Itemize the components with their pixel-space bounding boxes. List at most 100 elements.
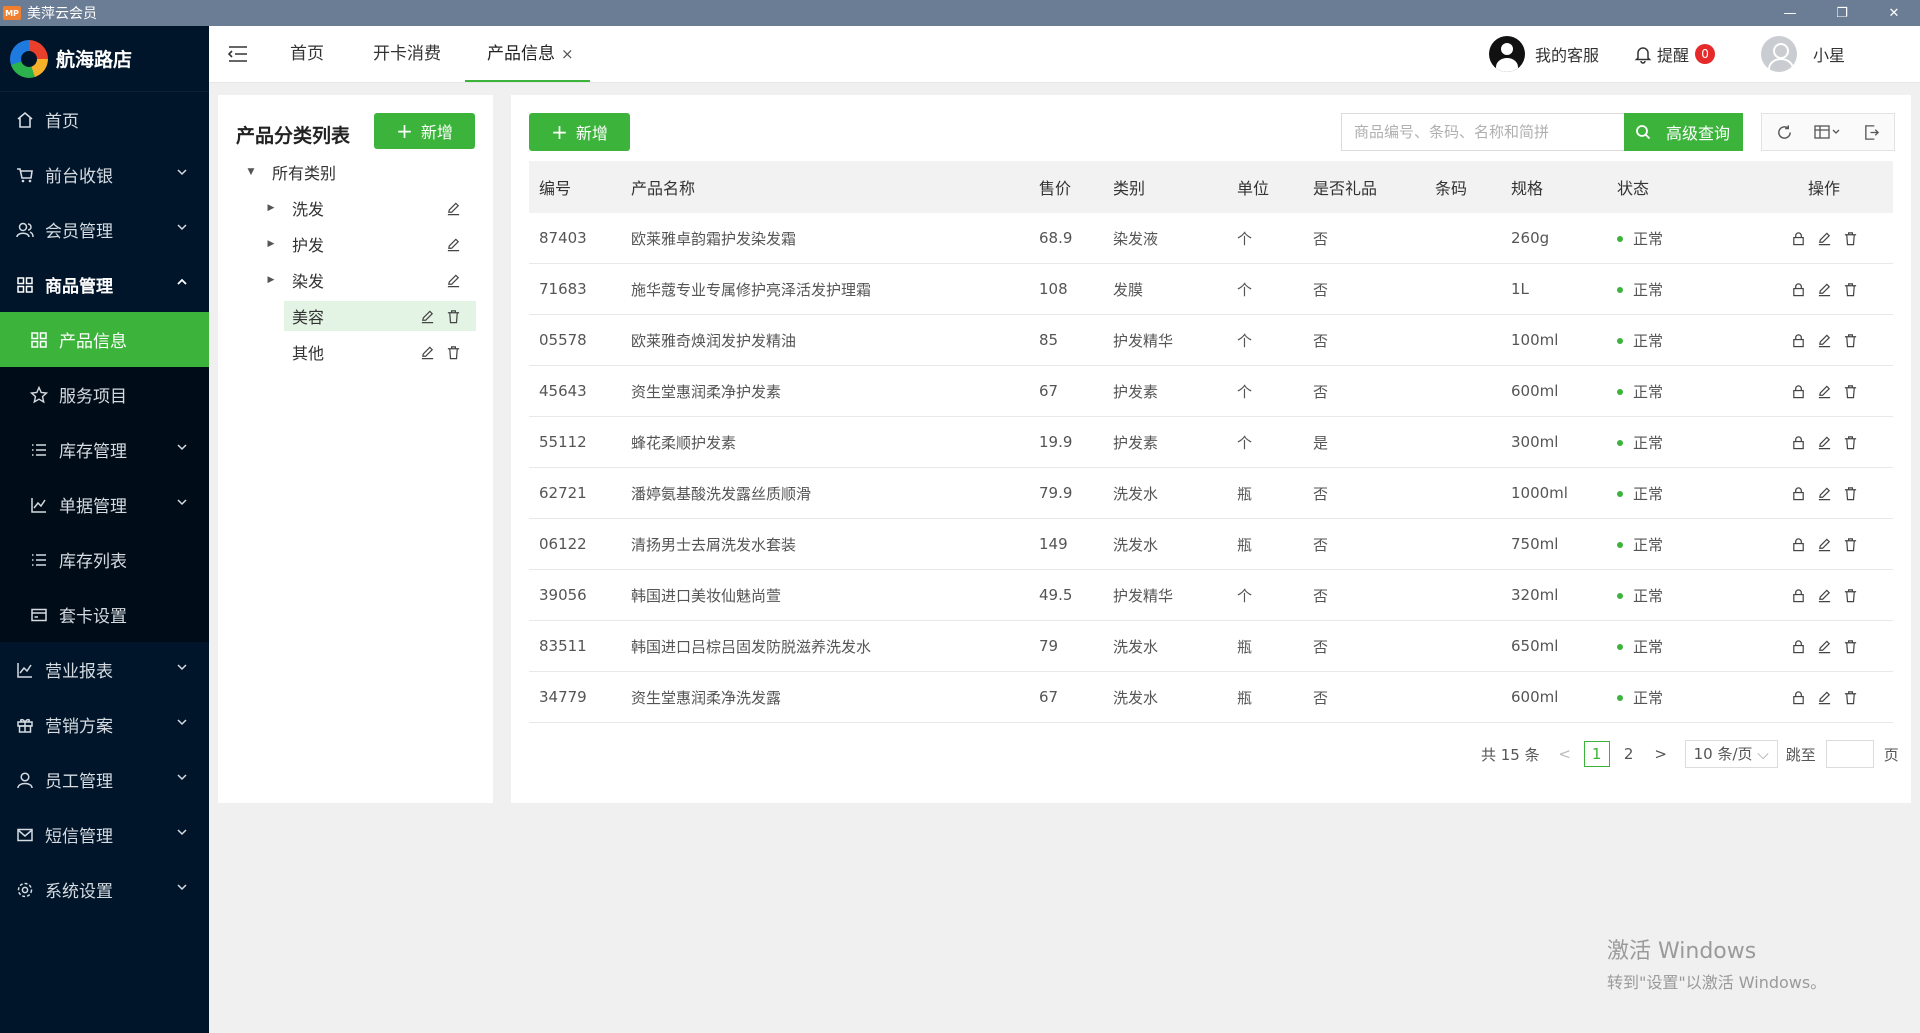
- edit-icon[interactable]: [1815, 229, 1833, 247]
- sidebar-item-members[interactable]: 会员管理: [0, 202, 209, 257]
- minimize-button[interactable]: —: [1764, 0, 1816, 26]
- delete-icon[interactable]: [1841, 433, 1859, 451]
- tree-item[interactable]: ▶ 染发: [266, 265, 476, 295]
- edit-icon[interactable]: [1815, 688, 1833, 706]
- lock-icon[interactable]: [1789, 688, 1807, 706]
- tree-root[interactable]: ▼ 所有类别: [246, 157, 476, 187]
- tree-item[interactable]: 其他: [284, 337, 476, 367]
- delete-icon[interactable]: [1841, 535, 1859, 553]
- lock-icon[interactable]: [1789, 535, 1807, 553]
- sidebar-item-home[interactable]: 首页: [0, 92, 209, 147]
- edit-icon[interactable]: [444, 271, 462, 289]
- edit-icon[interactable]: [1815, 535, 1833, 553]
- cell-price: 79: [1039, 637, 1059, 655]
- edit-icon[interactable]: [444, 235, 462, 253]
- lock-icon[interactable]: [1789, 382, 1807, 400]
- status-dot-icon: [1617, 593, 1623, 599]
- restore-button[interactable]: ❐: [1816, 0, 1868, 26]
- edit-icon[interactable]: [444, 199, 462, 217]
- tree-item[interactable]: ▶ 洗发: [266, 193, 476, 223]
- close-button[interactable]: ✕: [1868, 0, 1920, 26]
- delete-icon[interactable]: [1841, 280, 1859, 298]
- plus-icon: +: [551, 120, 568, 144]
- sidebar-item-stock-list[interactable]: 库存列表: [0, 532, 209, 587]
- lock-icon[interactable]: [1789, 586, 1807, 604]
- delete-icon[interactable]: [1841, 229, 1859, 247]
- edit-icon[interactable]: [418, 343, 436, 361]
- tab-card-consume[interactable]: 开卡消费: [373, 26, 441, 82]
- sidebar-item-label: 服务项目: [59, 387, 127, 407]
- table-row[interactable]: 34779 资生堂惠润柔净洗发露 67 洗发水 瓶 否 600ml 正常: [529, 672, 1893, 723]
- edit-icon[interactable]: [1815, 484, 1833, 502]
- cell-id: 06122: [539, 535, 587, 553]
- advanced-search-button[interactable]: 高级查询: [1653, 113, 1743, 151]
- delete-icon[interactable]: [444, 307, 462, 325]
- tree-item-selected[interactable]: 美容: [284, 301, 476, 331]
- user-menu[interactable]: 小星: [1761, 26, 1845, 82]
- table-row[interactable]: 62721 潘婷氨基酸洗发露丝质顺滑 79.9 洗发水 瓶 否 1000ml 正常: [529, 468, 1893, 519]
- edit-icon[interactable]: [1815, 382, 1833, 400]
- table-row[interactable]: 05578 欧莱雅奇焕润发护发精油 85 护发精华 个 否 100ml 正常: [529, 315, 1893, 366]
- tab-close-icon[interactable]: ×: [561, 45, 574, 63]
- lock-icon[interactable]: [1789, 229, 1807, 247]
- page-1-button[interactable]: 1: [1583, 741, 1610, 767]
- edit-icon[interactable]: [1815, 433, 1833, 451]
- delete-icon[interactable]: [1841, 484, 1859, 502]
- refresh-icon[interactable]: [1776, 123, 1794, 141]
- delete-icon[interactable]: [1841, 331, 1859, 349]
- page-2-button[interactable]: 2: [1616, 741, 1642, 767]
- edit-icon[interactable]: [1815, 280, 1833, 298]
- next-page-button[interactable]: >: [1648, 741, 1674, 767]
- table-row[interactable]: 87403 欧莱雅卓韵霜护发染发霜 68.9 染发液 个 否 260g 正常: [529, 213, 1893, 264]
- edit-icon[interactable]: [1815, 637, 1833, 655]
- sidebar-item-staff[interactable]: 员工管理: [0, 752, 209, 807]
- customer-service[interactable]: 我的客服: [1489, 26, 1599, 82]
- tab-home[interactable]: 首页: [290, 26, 324, 82]
- menu-collapse-icon[interactable]: [227, 44, 249, 64]
- lock-icon[interactable]: [1789, 331, 1807, 349]
- table-row[interactable]: 45643 资生堂惠润柔净护发素 67 护发素 个 否 600ml 正常: [529, 366, 1893, 417]
- tree-item[interactable]: ▶ 护发: [266, 229, 476, 259]
- edit-icon[interactable]: [1815, 586, 1833, 604]
- cell-name: 清扬男士去屑洗发水套装: [631, 535, 797, 554]
- lock-icon[interactable]: [1789, 484, 1807, 502]
- sidebar-item-reports[interactable]: 营业报表: [0, 642, 209, 697]
- sidebar-item-settings[interactable]: 系统设置: [0, 862, 209, 917]
- delete-icon[interactable]: [444, 343, 462, 361]
- gear-icon: [15, 880, 35, 900]
- delete-icon[interactable]: [1841, 382, 1859, 400]
- edit-icon[interactable]: [418, 307, 436, 325]
- lock-icon[interactable]: [1789, 637, 1807, 655]
- tab-product-info[interactable]: 产品信息 ×: [465, 26, 590, 82]
- delete-icon[interactable]: [1841, 586, 1859, 604]
- sidebar-item-sms[interactable]: 短信管理: [0, 807, 209, 862]
- columns-icon[interactable]: [1813, 123, 1843, 141]
- edit-icon[interactable]: [1815, 331, 1833, 349]
- sidebar-item-inventory[interactable]: 库存管理: [0, 422, 209, 477]
- prev-page-button[interactable]: <: [1552, 741, 1578, 767]
- search-input[interactable]: 商品编号、条码、名称和简拼: [1341, 113, 1624, 151]
- sidebar-item-card-settings[interactable]: 套卡设置: [0, 587, 209, 642]
- page-size-select[interactable]: 10 条/页 ⌵: [1684, 740, 1778, 768]
- table-row[interactable]: 39056 韩国进口美妆仙魅尚萱 49.5 护发精华 个 否 320ml 正常: [529, 570, 1893, 621]
- delete-icon[interactable]: [1841, 637, 1859, 655]
- table-row[interactable]: 83511 韩国进口吕棕吕固发防脱滋养洗发水 79 洗发水 瓶 否 650ml 正常: [529, 621, 1893, 672]
- sidebar-item-products[interactable]: 商品管理: [0, 257, 209, 312]
- sidebar-item-marketing[interactable]: 营销方案: [0, 697, 209, 752]
- add-product-button[interactable]: + 新增: [529, 113, 630, 151]
- sidebar-item-documents[interactable]: 单据管理: [0, 477, 209, 532]
- table-row[interactable]: 06122 清扬男士去屑洗发水套装 149 洗发水 瓶 否 750ml 正常: [529, 519, 1893, 570]
- add-category-button[interactable]: + 新增: [374, 113, 475, 149]
- sidebar-item-product-info[interactable]: 产品信息: [0, 312, 209, 367]
- sidebar-item-services[interactable]: 服务项目: [0, 367, 209, 422]
- bell-icon: [1634, 47, 1652, 64]
- sidebar-item-cashier[interactable]: 前台收银: [0, 147, 209, 202]
- lock-icon[interactable]: [1789, 433, 1807, 451]
- export-icon[interactable]: [1862, 123, 1880, 141]
- table-row[interactable]: 71683 施华蔻专业专属修护亮泽活发护理霜 108 发膜 个 否 1L 正常: [529, 264, 1893, 315]
- jump-page-input[interactable]: [1825, 740, 1874, 768]
- reminder-button[interactable]: 提醒 0: [1633, 26, 1716, 82]
- delete-icon[interactable]: [1841, 688, 1859, 706]
- table-row[interactable]: 55112 蜂花柔顺护发素 19.9 护发素 个 是 300ml 正常: [529, 417, 1893, 468]
- lock-icon[interactable]: [1789, 280, 1807, 298]
